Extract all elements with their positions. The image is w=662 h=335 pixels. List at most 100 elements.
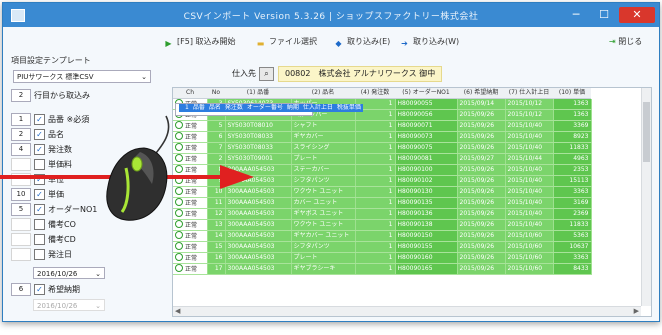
maximize-button[interactable]: ☐ — [591, 7, 617, 23]
status-cell: 正常 — [173, 263, 208, 275]
date-picker-2[interactable]: 2016/10/26 ⌄ — [33, 299, 105, 311]
status-cell: 正常 — [173, 153, 208, 165]
table-cell-name: スライシング — [291, 142, 356, 154]
scroll-right-icon[interactable]: ▶ — [634, 307, 639, 316]
table-cell-date: 2015/10/12 — [505, 99, 554, 110]
table-row[interactable]: 正常 5 SY5030T08010 シャフト 1 H80090071 2015/09/26 2… — [173, 120, 592, 132]
field-order-input[interactable] — [11, 218, 31, 231]
delivery-checkbox[interactable]: ✓ — [34, 284, 45, 295]
field-order-input[interactable]: 4 — [11, 143, 31, 156]
date-picker-1[interactable]: 2016/10/26 ⌄ — [33, 267, 105, 279]
scroll-thumb[interactable] — [643, 102, 650, 162]
field-order-input[interactable]: 5 — [11, 203, 31, 216]
template-label: 項目設定テンプレート — [11, 56, 91, 65]
field-checkbox[interactable] — [34, 249, 45, 260]
table-cell-code: 300AAA054503 — [225, 252, 292, 264]
table-row[interactable]: 正常 11 300AAA054503 カバー ユニット 1 H80090135 2015/0… — [173, 197, 592, 209]
field-checkbox[interactable] — [34, 159, 45, 170]
horizontal-scrollbar[interactable]: ◀ ▶ — [173, 306, 641, 316]
supplier-search-icon[interactable]: ⌕ — [259, 67, 274, 81]
table-row[interactable]: 正常 13 300AAA054503 ワクウト ユニット 1 H80090138 2015/… — [173, 219, 592, 231]
table-cell-code: 300AAA054503 — [225, 197, 292, 209]
minimize-button[interactable]: ─ — [563, 7, 589, 23]
status-cell: 正常 — [173, 131, 208, 143]
table-cell-price: 3369 — [553, 120, 592, 132]
scroll-left-icon[interactable]: ◀ — [175, 307, 180, 316]
field-order-input[interactable] — [11, 233, 31, 246]
field-order-input[interactable]: 2 — [11, 128, 31, 141]
field-checkbox[interactable]: ✓ — [34, 204, 45, 215]
field-checkbox[interactable] — [34, 219, 45, 230]
field-label: 品名 — [48, 130, 64, 139]
import-w-button[interactable]: ➔ 取り込み(W) — [399, 34, 459, 49]
field-row: 2 ✓ 品名 — [11, 128, 64, 141]
field-checkbox[interactable]: ✓ — [34, 114, 45, 125]
table-cell-date: 2015/10/40 — [505, 208, 554, 220]
table-cell-due: 2015/09/26 — [457, 131, 506, 143]
field-label: 単価 — [48, 190, 64, 199]
column-header[interactable]: (4) 発注数 — [355, 88, 395, 99]
table-cell-code: SY5030T09001 — [225, 153, 292, 165]
close-window-button[interactable]: ⇥ 閉じる — [609, 36, 642, 47]
column-header[interactable]: (10) 単価 — [553, 88, 591, 99]
column-header[interactable]: (2) 品名 — [291, 88, 355, 99]
table-row[interactable]: 正常 2 SY5030T09001 プレート 1 H80090081 2015/09/27 2… — [173, 153, 592, 165]
field-order-input[interactable]: 10 — [11, 188, 31, 201]
table-cell-qty: 1 — [355, 186, 396, 198]
column-header[interactable]: (6) 希望納期 — [457, 88, 505, 99]
field-row: 発注日 — [11, 248, 72, 261]
field-order-input[interactable] — [11, 158, 31, 171]
select-file-button[interactable]: ▬ ファイル選択 — [255, 34, 317, 49]
table-cell-code: 300AAA054503 — [225, 208, 292, 220]
folder-icon: ▬ — [256, 39, 265, 48]
template-select[interactable]: PIUサワークス 標準CSV ⌄ — [13, 70, 151, 83]
table-cell-qty: 1 — [355, 120, 396, 132]
import-arrow-icon: ◆ — [335, 39, 342, 48]
table-cell-price: 8923 — [553, 131, 592, 143]
table-cell-due: 2015/09/26 — [457, 241, 506, 253]
header-row-input[interactable]: 2 — [11, 89, 31, 102]
table-cell-order: オーダー番号 — [244, 104, 285, 112]
column-header[interactable]: (5) オーダーNO1 — [395, 88, 457, 99]
column-header[interactable]: Ch — [173, 88, 207, 99]
table-cell-code: 300AAA054503 — [225, 230, 292, 242]
column-header[interactable]: (7) 仕入計上日 — [505, 88, 553, 99]
table-row[interactable]: 正常 14 300AAA054503 ギヤカバー ユニット 1 H80090150 2015… — [173, 230, 592, 242]
table-cell-price: 2369 — [553, 208, 592, 220]
delivery-num-input[interactable]: 6 — [11, 283, 31, 296]
start-import-button[interactable]: ▶ [F5] 取込み開始 — [163, 34, 235, 49]
field-checkbox[interactable] — [34, 234, 45, 245]
table-row[interactable]: 正常 17 300AAA054503 ギヤブラシーキ 1 H80090165 2015/09… — [173, 263, 592, 275]
table-row[interactable]: 正常 6 SY5030T08033 ギヤカバー 1 H80090073 2015/09/26… — [173, 131, 592, 143]
close-button[interactable]: ✕ — [619, 7, 655, 23]
table-row[interactable]: 正常 16 300AAA054503 プレート 1 H80090160 2015/09/26… — [173, 252, 592, 264]
field-order-input[interactable]: 1 — [11, 113, 31, 126]
table-cell-code: SY5030T08033 — [225, 142, 292, 154]
status-label: 正常 — [185, 123, 198, 130]
column-header[interactable]: (1) 品番 — [225, 88, 291, 99]
vertical-scrollbar[interactable] — [641, 88, 651, 306]
import-e-button[interactable]: ◆ 取り込み(E) — [333, 34, 390, 49]
table-cell-no: 12 — [207, 208, 226, 220]
status-cell: 正常 — [173, 241, 208, 253]
table-cell-no: 2 — [207, 153, 226, 165]
table-row[interactable]: 正常 12 300AAA054503 ギヤボス ユニット 1 H80090136 2015/… — [173, 208, 592, 220]
table-cell-code: SY5030T08033 — [225, 131, 292, 143]
field-checkbox[interactable]: ✓ — [34, 144, 45, 155]
table-row[interactable]: 正常 7 SY5030T08033 スライシング 1 H80090075 2015/09/2… — [173, 142, 592, 154]
field-checkbox[interactable]: ✓ — [34, 189, 45, 200]
table-cell-qty: 1 — [355, 131, 396, 143]
table-row[interactable]: 正常 15 300AAA054503 シフタパンツ 1 H80090155 2015/09/… — [173, 241, 592, 253]
status-label: 正常 — [185, 189, 198, 196]
table-cell-name: ワクウト ユニット — [291, 219, 356, 231]
field-order-input[interactable] — [11, 248, 31, 261]
field-checkbox[interactable]: ✓ — [34, 129, 45, 140]
table-row[interactable]: 1 品番 品名 発注数 オーダー番号 納期 仕入計上日 税抜単価 — [175, 103, 363, 116]
table-cell-name: ギヤカバー — [291, 131, 356, 143]
field-row: 4 ✓ 発注数 — [11, 143, 72, 156]
table-cell-no: 16 — [207, 252, 226, 264]
column-header[interactable]: No — [207, 88, 225, 99]
data-grid[interactable]: Ch No (1) 品番 (2) 品名 (4) 発注数 (5) オーダーNO1 (6) 希望… — [172, 87, 652, 317]
table-cell-date: 2015/10/60 — [505, 230, 554, 242]
table-cell-date: 2015/10/40 — [505, 164, 554, 176]
